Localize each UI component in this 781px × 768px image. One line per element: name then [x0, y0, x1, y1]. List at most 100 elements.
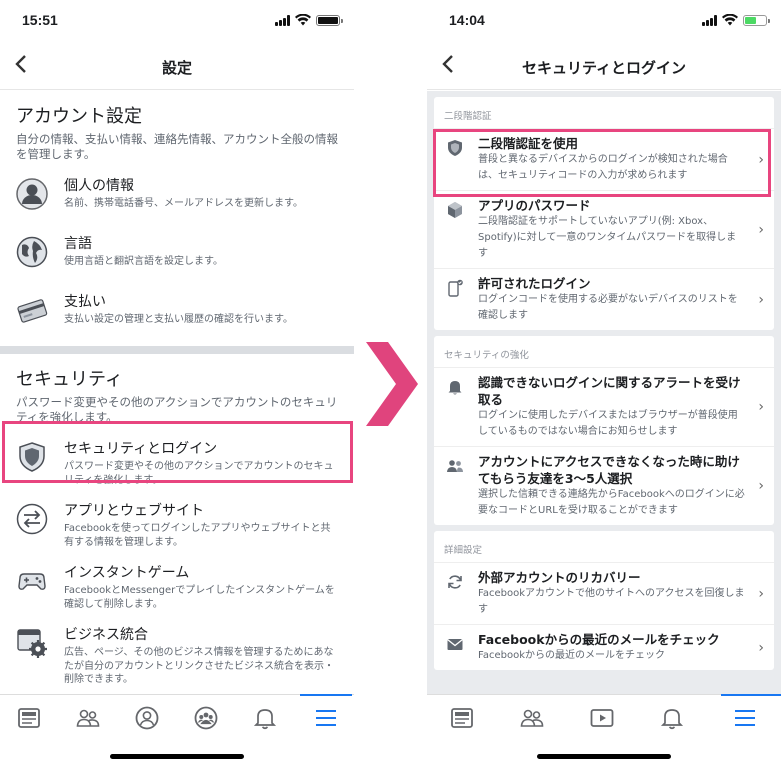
settings-item-apps-websites[interactable]: アプリとウェブサイト Facebookを使ってログインしたアプリやウェブサイトと…	[16, 499, 338, 549]
item-desc: 使用言語と翻訳言語を設定します。	[64, 256, 223, 267]
tab-profile[interactable]	[134, 705, 160, 731]
friends-icon	[76, 709, 100, 727]
item-title: 個人の情報	[64, 178, 134, 194]
page-title: セキュリティとログイン	[521, 59, 687, 77]
item-title: アプリとウェブサイト	[64, 503, 204, 519]
item-title: 支払い	[64, 294, 106, 310]
status-time: 14:04	[449, 12, 485, 28]
bell-icon	[660, 709, 684, 730]
section-desc: 自分の情報、支払い情報、連絡先情報、アカウント全般の情報を管理します。	[16, 132, 338, 161]
tab-friends[interactable]	[519, 705, 545, 731]
settings-item-language[interactable]: 言語 使用言語と翻訳言語を設定します。	[16, 232, 338, 278]
nav-header: セキュリティとログイン	[427, 42, 781, 90]
item-title: 認識できないログインに関するアラートを受け取る	[478, 375, 741, 407]
item-external-recovery[interactable]: 外部アカウントのリカバリー Facebookアカウントで他のサイトへのアクセスを…	[434, 562, 774, 624]
chevron-right-arrow-icon	[366, 342, 418, 426]
chevron-right-icon: ›	[758, 399, 764, 415]
signal-icon	[275, 14, 290, 26]
battery-icon	[316, 14, 343, 26]
tab-menu[interactable]	[732, 705, 758, 731]
tab-groups[interactable]	[193, 705, 219, 731]
person-icon	[16, 178, 48, 210]
tab-friends[interactable]	[75, 705, 101, 731]
tab-notifications[interactable]	[252, 705, 278, 731]
menu-icon	[316, 710, 336, 726]
envelope-icon	[447, 638, 463, 650]
nav-header: 設定	[0, 42, 354, 90]
item-desc: 二段階認証をサポートしていないアプリ(例: Xbox、Spotify)に対して一…	[478, 216, 737, 259]
tab-watch[interactable]	[589, 705, 615, 731]
settings-item-payments[interactable]: 支払い 支払い設定の管理と支払い履歴の確認を行います。	[16, 290, 338, 336]
item-title: 外部アカウントのリカバリー	[478, 570, 641, 585]
item-desc: Facebookからの最近のメールをチェック	[478, 650, 665, 661]
item-recent-emails[interactable]: Facebookからの最近のメールをチェック Facebookからの最近のメール…	[434, 624, 774, 670]
status-time: 15:51	[22, 12, 58, 28]
business-gear-icon	[17, 629, 47, 658]
section-title: アカウント設定	[16, 106, 142, 127]
item-desc: 広告、ページ、その他のビジネス情報を管理するためにあなたが自分のアカウントとリン…	[64, 647, 334, 685]
active-tab-indicator	[300, 694, 352, 696]
settings-screen: 15:51 設定 アカウント設定 自分の情報、支払い情報、連絡先情報、アカウント…	[0, 0, 354, 768]
status-bar: 15:51	[0, 0, 354, 42]
groups-icon	[194, 706, 218, 730]
security-section: セキュリティ パスワード変更やその他のアクションでアカウントのセキュリティを強化…	[0, 354, 354, 687]
card-header: セキュリティの強化	[444, 350, 529, 361]
bell-icon	[448, 381, 462, 395]
section-title: セキュリティ	[16, 369, 123, 390]
item-title: アカウントにアクセスできなくなった時に助けてもらう友達を3〜5人選択	[478, 454, 740, 486]
page-title: 設定	[161, 59, 192, 77]
friends-icon	[447, 460, 463, 472]
news-feed-icon	[451, 708, 473, 728]
item-desc: ログインに使用したデバイスまたはブラウザーが普段使用しているものではない場合にお…	[478, 410, 738, 437]
tab-notifications[interactable]	[659, 705, 685, 731]
section-divider	[0, 346, 354, 354]
friends-icon	[520, 709, 544, 727]
card-header: 二段階認証	[444, 111, 492, 122]
gamepad-icon	[18, 573, 46, 590]
active-tab-indicator	[721, 694, 781, 696]
settings-item-personal-info[interactable]: 個人の情報 名前、携帯電話番号、メールアドレスを更新します。	[16, 174, 338, 220]
item-authorized-logins[interactable]: 許可されたログイン ログインコードを使用する必要がないデバイスのリストを確認しま…	[434, 268, 774, 330]
phone-icon	[448, 279, 463, 297]
home-indicator	[537, 754, 671, 759]
chevron-right-icon: ›	[758, 585, 764, 602]
tab-news-feed[interactable]	[16, 705, 42, 731]
settings-item-instant-games[interactable]: インスタントゲーム FacebookとMessengerでプレイしたインスタント…	[16, 561, 338, 611]
bell-icon	[253, 709, 277, 730]
item-desc: 名前、携帯電話番号、メールアドレスを更新します。	[64, 198, 303, 209]
home-indicator	[110, 754, 244, 759]
item-title: ビジネス統合	[64, 627, 148, 643]
wifi-icon	[722, 14, 738, 26]
tab-menu[interactable]	[313, 705, 339, 731]
chevron-right-icon: ›	[758, 221, 764, 238]
item-title: インスタントゲーム	[64, 565, 190, 581]
settings-list: アカウント設定 自分の情報、支払い情報、連絡先情報、アカウント全般の情報を管理し…	[0, 91, 354, 694]
highlight-security-login	[2, 421, 353, 483]
account-settings-section: アカウント設定 自分の情報、支払い情報、連絡先情報、アカウント全般の情報を管理し…	[0, 91, 354, 336]
profile-icon	[135, 706, 159, 730]
highlight-use-two-factor	[433, 129, 771, 197]
battery-charging-icon	[743, 14, 770, 26]
item-desc: 選択した信頼できる連絡先からFacebookへのログインに必要なコードとURLを…	[478, 489, 745, 516]
status-bar: 14:04	[427, 0, 781, 42]
refresh-icon	[448, 575, 462, 589]
item-title: Facebookからの最近のメールをチェック	[478, 632, 720, 647]
item-title: 許可されたログイン	[478, 276, 591, 291]
globe-icon	[16, 236, 48, 268]
chevron-right-icon: ›	[758, 291, 764, 308]
advanced-settings-card: 詳細設定 外部アカウントのリカバリー Facebookアカウントで他のサイトへの…	[434, 531, 774, 670]
cube-icon	[448, 202, 462, 218]
signal-icon	[702, 14, 717, 26]
security-login-screen: 14:04 セキュリティとログイン 二段階認証 二段階認証を使用 普段と異なるデ…	[427, 0, 781, 768]
item-login-alerts[interactable]: 認識できないログインに関するアラートを受け取る ログインに使用したデバイスまたは…	[434, 367, 774, 446]
chevron-right-icon: ›	[758, 478, 764, 494]
wifi-icon	[295, 14, 311, 26]
item-trusted-contacts[interactable]: アカウントにアクセスできなくなった時に助けてもらう友達を3〜5人選択 選択した信…	[434, 446, 774, 525]
item-app-passwords[interactable]: アプリのパスワード 二段階認証をサポートしていないアプリ(例: Xbox、Spo…	[434, 190, 774, 268]
tab-news-feed[interactable]	[449, 705, 475, 731]
swap-arrows-icon	[16, 503, 48, 535]
item-desc: FacebookとMessengerでプレイしたインスタントゲームを確認して削除…	[64, 585, 335, 610]
settings-item-business-integrations[interactable]: ビジネス統合 広告、ページ、その他のビジネス情報を管理するためにあなたが自分のア…	[16, 623, 338, 687]
news-feed-icon	[18, 708, 40, 728]
chevron-right-icon: ›	[758, 639, 764, 656]
